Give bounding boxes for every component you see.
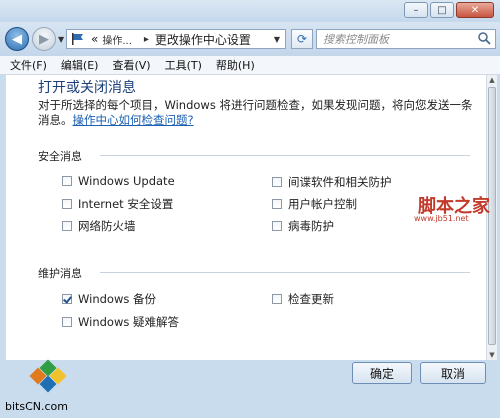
checkbox-spyware[interactable]: 间谍软件和相关防护 (272, 174, 392, 190)
section-divider (100, 155, 470, 156)
address-dropdown-icon[interactable]: ▼ (274, 35, 280, 44)
checkbox-troubleshooting[interactable]: Windows 疑难解答 (62, 314, 179, 330)
forward-arrow-icon[interactable]: ▶ (32, 27, 56, 51)
checkbox-windows-backup[interactable]: Windows 备份 (62, 291, 156, 307)
checkbox-label: Internet 安全设置 (78, 197, 174, 211)
maintenance-section-label: 维护消息 (38, 267, 82, 280)
maximize-icon[interactable]: □ (430, 2, 454, 18)
page-title: 打开或关闭消息 (38, 80, 136, 96)
menu-file[interactable]: 文件(F) (10, 57, 47, 73)
checkbox-box[interactable] (62, 221, 72, 231)
cancel-button[interactable]: 取消 (420, 362, 486, 384)
checkbox-box[interactable] (272, 294, 282, 304)
address-overflow[interactable]: « (91, 32, 98, 46)
close-icon[interactable]: ✕ (456, 2, 494, 18)
checkbox-label: Windows 备份 (78, 292, 156, 306)
section-divider (100, 272, 470, 273)
checkbox-uac[interactable]: 用户帐户控制 (272, 196, 357, 212)
breadcrumb-separator-icon[interactable]: ▸ (144, 34, 149, 45)
menu-help[interactable]: 帮助(H) (216, 57, 255, 73)
checkbox-internet-security[interactable]: Internet 安全设置 (62, 196, 173, 212)
refresh-icon[interactable]: ⟳ (291, 29, 313, 49)
checkbox-box[interactable] (62, 317, 72, 327)
checkbox-box[interactable] (62, 294, 72, 304)
menu-view[interactable]: 查看(V) (112, 57, 150, 73)
search-icon[interactable] (477, 31, 491, 45)
scroll-up-icon[interactable]: ▲ (487, 75, 497, 85)
checkbox-box[interactable] (62, 176, 72, 186)
checkbox-label: Windows Update (78, 174, 175, 188)
minimize-icon[interactable]: – (404, 2, 428, 18)
menu-tools[interactable]: 工具(T) (165, 57, 202, 73)
navigation-bar: ◀ ▶ ▼ « 操作... ▸ 更改操作中心设置 ▼ ⟳ 搜索控制面板 (0, 22, 500, 56)
bitscn-logo-icon (29, 359, 67, 393)
scroll-down-icon[interactable]: ▼ (487, 350, 497, 360)
breadcrumb-item-1[interactable]: 操作... (102, 32, 132, 47)
checkbox-virus-protection[interactable]: 病毒防护 (272, 218, 334, 234)
menu-edit[interactable]: 编辑(E) (61, 57, 99, 73)
watermark-site-url: www.jb51.net (414, 214, 469, 223)
checkbox-label: Windows 疑难解答 (78, 315, 179, 329)
recent-pages-dropdown-icon[interactable]: ▼ (58, 35, 64, 44)
checkbox-label: 用户帐户控制 (288, 197, 357, 211)
checkbox-windows-update[interactable]: Windows Update (62, 174, 175, 188)
help-link[interactable]: 操作中心如何检查问题? (73, 113, 194, 127)
checkbox-firewall[interactable]: 网络防火墙 (62, 218, 136, 234)
watermark-logo-text: bitsCN.com (5, 400, 68, 413)
security-section-label: 安全消息 (38, 150, 82, 163)
breadcrumb-item-2[interactable]: 更改操作中心设置 (155, 31, 251, 48)
menu-bar: 文件(F) 编辑(E) 查看(V) 工具(T) 帮助(H) (0, 56, 500, 75)
address-bar[interactable]: « 操作... ▸ 更改操作中心设置 ▼ (66, 29, 286, 49)
checkbox-box[interactable] (272, 221, 282, 231)
back-arrow-icon[interactable]: ◀ (5, 27, 29, 51)
checkbox-label: 检查更新 (288, 292, 334, 306)
checkbox-label: 病毒防护 (288, 219, 334, 233)
action-center-flag-icon (72, 33, 83, 45)
checkbox-check-updates[interactable]: 检查更新 (272, 291, 334, 307)
checkbox-box[interactable] (62, 199, 72, 209)
title-bar: – □ ✕ (0, 0, 500, 22)
checkbox-label: 网络防火墙 (78, 219, 136, 233)
search-input[interactable]: 搜索控制面板 (316, 29, 496, 49)
page-description: 对于所选择的每个项目，Windows 将进行问题检查，如果发现问题，将向您发送一… (38, 98, 478, 128)
checkbox-box[interactable] (272, 177, 282, 187)
checkbox-label: 间谍软件和相关防护 (288, 175, 392, 189)
checkbox-box[interactable] (272, 199, 282, 209)
search-placeholder: 搜索控制面板 (323, 33, 389, 46)
ok-button[interactable]: 确定 (352, 362, 412, 384)
